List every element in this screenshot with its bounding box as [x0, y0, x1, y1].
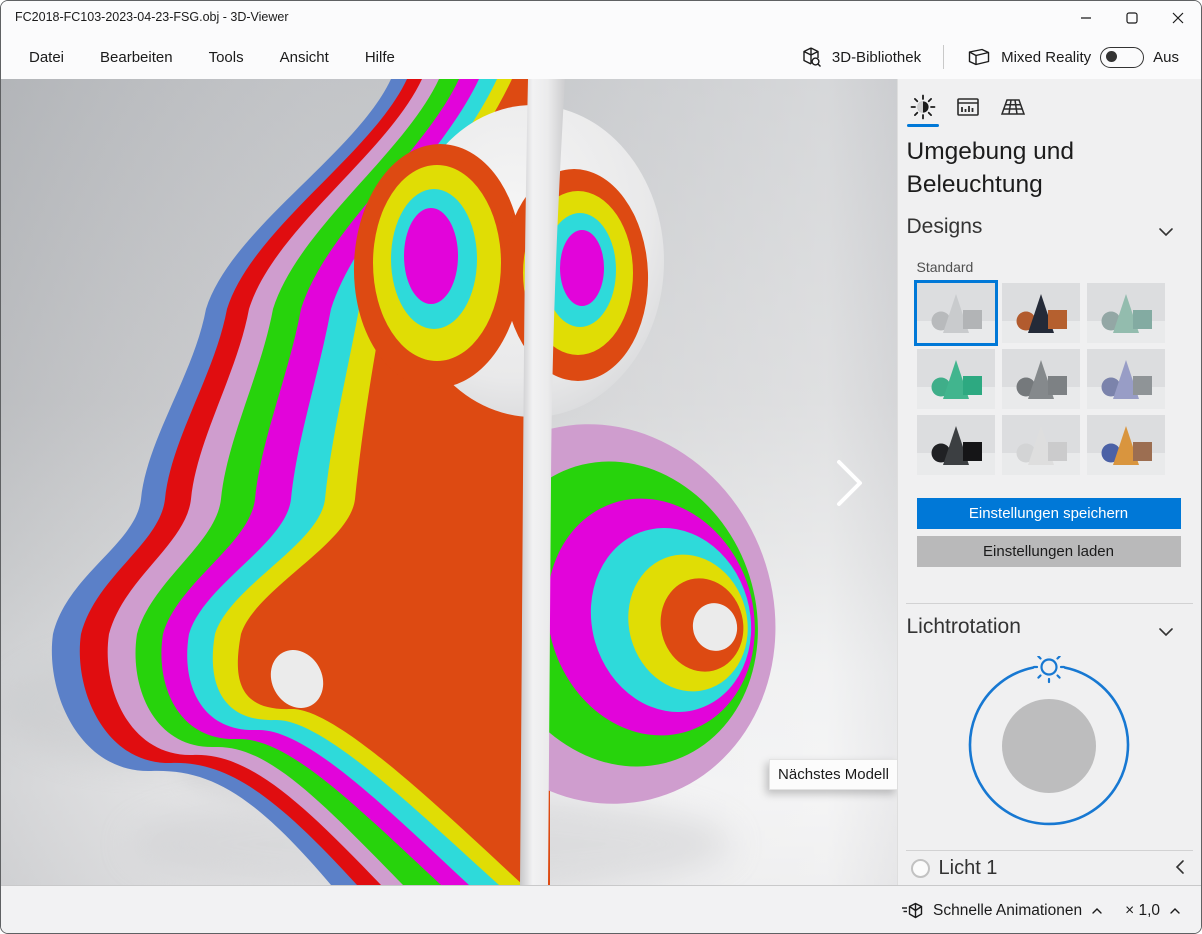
designs-section-title: Designs: [907, 215, 983, 239]
menu-bar: Datei Bearbeiten Tools Ansicht Hilfe 3D-…: [1, 35, 1201, 79]
chevron-up-icon: [1091, 907, 1103, 915]
light-rotation-dial[interactable]: [959, 656, 1139, 836]
3d-library-label: 3D-Bibliothek: [832, 49, 921, 66]
light1-label: Licht 1: [939, 857, 998, 880]
sun-handle-icon: [1034, 656, 1064, 682]
design-theme-thumbnail[interactable]: [1087, 349, 1165, 409]
mixed-reality-icon: [966, 46, 992, 68]
mixed-reality-state: Aus: [1153, 49, 1179, 66]
design-theme-thumbnail[interactable]: [1087, 415, 1165, 475]
chevron-down-icon: [1158, 627, 1174, 637]
minimize-button[interactable]: [1063, 1, 1109, 35]
3d-library-button[interactable]: 3D-Bibliothek: [791, 39, 929, 75]
chevron-left-icon: [1175, 859, 1185, 875]
mixed-reality-control: Mixed Reality Aus: [958, 40, 1187, 74]
light1-expand-button[interactable]: [1175, 859, 1185, 878]
minimize-icon: [1080, 12, 1092, 24]
load-settings-button[interactable]: Einstellungen laden: [917, 536, 1181, 567]
animation-speed-label: Schnelle Animationen: [933, 902, 1082, 920]
window-controls: [1063, 1, 1201, 35]
next-model-button[interactable]: [835, 459, 865, 507]
design-theme-grid: [917, 283, 1165, 475]
animation-speed-dropdown[interactable]: Schnelle Animationen: [894, 897, 1109, 925]
menu-hilfe[interactable]: Hilfe: [351, 42, 409, 73]
light-rotation-section-title: Lichtrotation: [907, 615, 1021, 639]
maximize-button[interactable]: [1109, 1, 1155, 35]
tab-grid[interactable]: [994, 87, 1032, 127]
3d-library-icon: [799, 45, 823, 69]
mesh-grid-icon: [998, 93, 1028, 121]
design-theme-thumbnail[interactable]: [917, 283, 995, 343]
3d-viewport-canvas[interactable]: Nächstes Modell: [1, 79, 897, 885]
design-theme-thumbnail[interactable]: [1002, 415, 1080, 475]
menu-bearbeiten[interactable]: Bearbeiten: [86, 42, 187, 73]
menu-items: Datei Bearbeiten Tools Ansicht Hilfe: [1, 42, 409, 73]
maximize-icon: [1126, 12, 1138, 24]
menu-ansicht[interactable]: Ansicht: [266, 42, 343, 73]
design-theme-thumbnail[interactable]: [1087, 283, 1165, 343]
design-theme-thumbnail[interactable]: [1002, 349, 1080, 409]
design-theme-thumbnail[interactable]: [917, 349, 995, 409]
tab-stats[interactable]: [949, 87, 987, 127]
tab-environment-lighting[interactable]: [904, 87, 942, 127]
panel-heading: Umgebung und Beleuchtung: [907, 135, 1177, 201]
3d-model-render: [1, 79, 897, 885]
tooltip-text: Nächstes Modell: [778, 766, 889, 783]
close-button[interactable]: [1155, 1, 1201, 35]
main-area: Nächstes Modell: [1, 79, 1201, 885]
zoom-level-dropdown[interactable]: × 1,0: [1119, 898, 1187, 924]
section-divider: [906, 603, 1194, 604]
toolbar-separator: [943, 45, 944, 69]
chevron-down-icon: [1158, 227, 1174, 237]
designs-collapse-button[interactable]: [1158, 225, 1174, 240]
light-rotation-collapse-button[interactable]: [1158, 625, 1174, 640]
title-bar[interactable]: FC2018-FC103-2023-04-23-FSG.obj - 3D-Vie…: [1, 1, 1201, 35]
theme-group-label: Standard: [917, 259, 974, 275]
menu-bar-right: 3D-Bibliothek Mixed Reality Aus: [791, 35, 1187, 79]
animation-cube-icon: [900, 901, 924, 921]
menu-tools[interactable]: Tools: [195, 42, 258, 73]
next-model-tooltip: Nächstes Modell: [769, 759, 897, 790]
mixed-reality-toggle[interactable]: [1100, 47, 1144, 68]
design-theme-thumbnail[interactable]: [1002, 283, 1080, 343]
mixed-reality-label: Mixed Reality: [1001, 49, 1091, 66]
settings-panel: Umgebung und Beleuchtung Designs Standar…: [897, 79, 1202, 885]
menu-datei[interactable]: Datei: [15, 42, 78, 73]
light1-row: Licht 1: [898, 851, 1202, 885]
window-title: FC2018-FC103-2023-04-23-FSG.obj - 3D-Vie…: [15, 10, 289, 24]
chevron-up-icon: [1169, 907, 1181, 915]
chevron-right-icon: [835, 459, 865, 507]
app-window: FC2018-FC103-2023-04-23-FSG.obj - 3D-Vie…: [0, 0, 1202, 934]
sun-icon: [909, 93, 937, 121]
save-settings-button[interactable]: Einstellungen speichern: [917, 498, 1181, 529]
stats-icon: [954, 93, 982, 121]
panel-tabs: [904, 87, 1032, 127]
zoom-level-label: × 1,0: [1125, 902, 1160, 920]
close-icon: [1172, 12, 1184, 24]
dial-knob: [1002, 699, 1096, 793]
design-theme-thumbnail[interactable]: [917, 415, 995, 475]
toggle-knob: [1106, 51, 1117, 62]
status-bar: Schnelle Animationen × 1,0: [1, 885, 1201, 934]
light1-radio[interactable]: [911, 859, 930, 878]
